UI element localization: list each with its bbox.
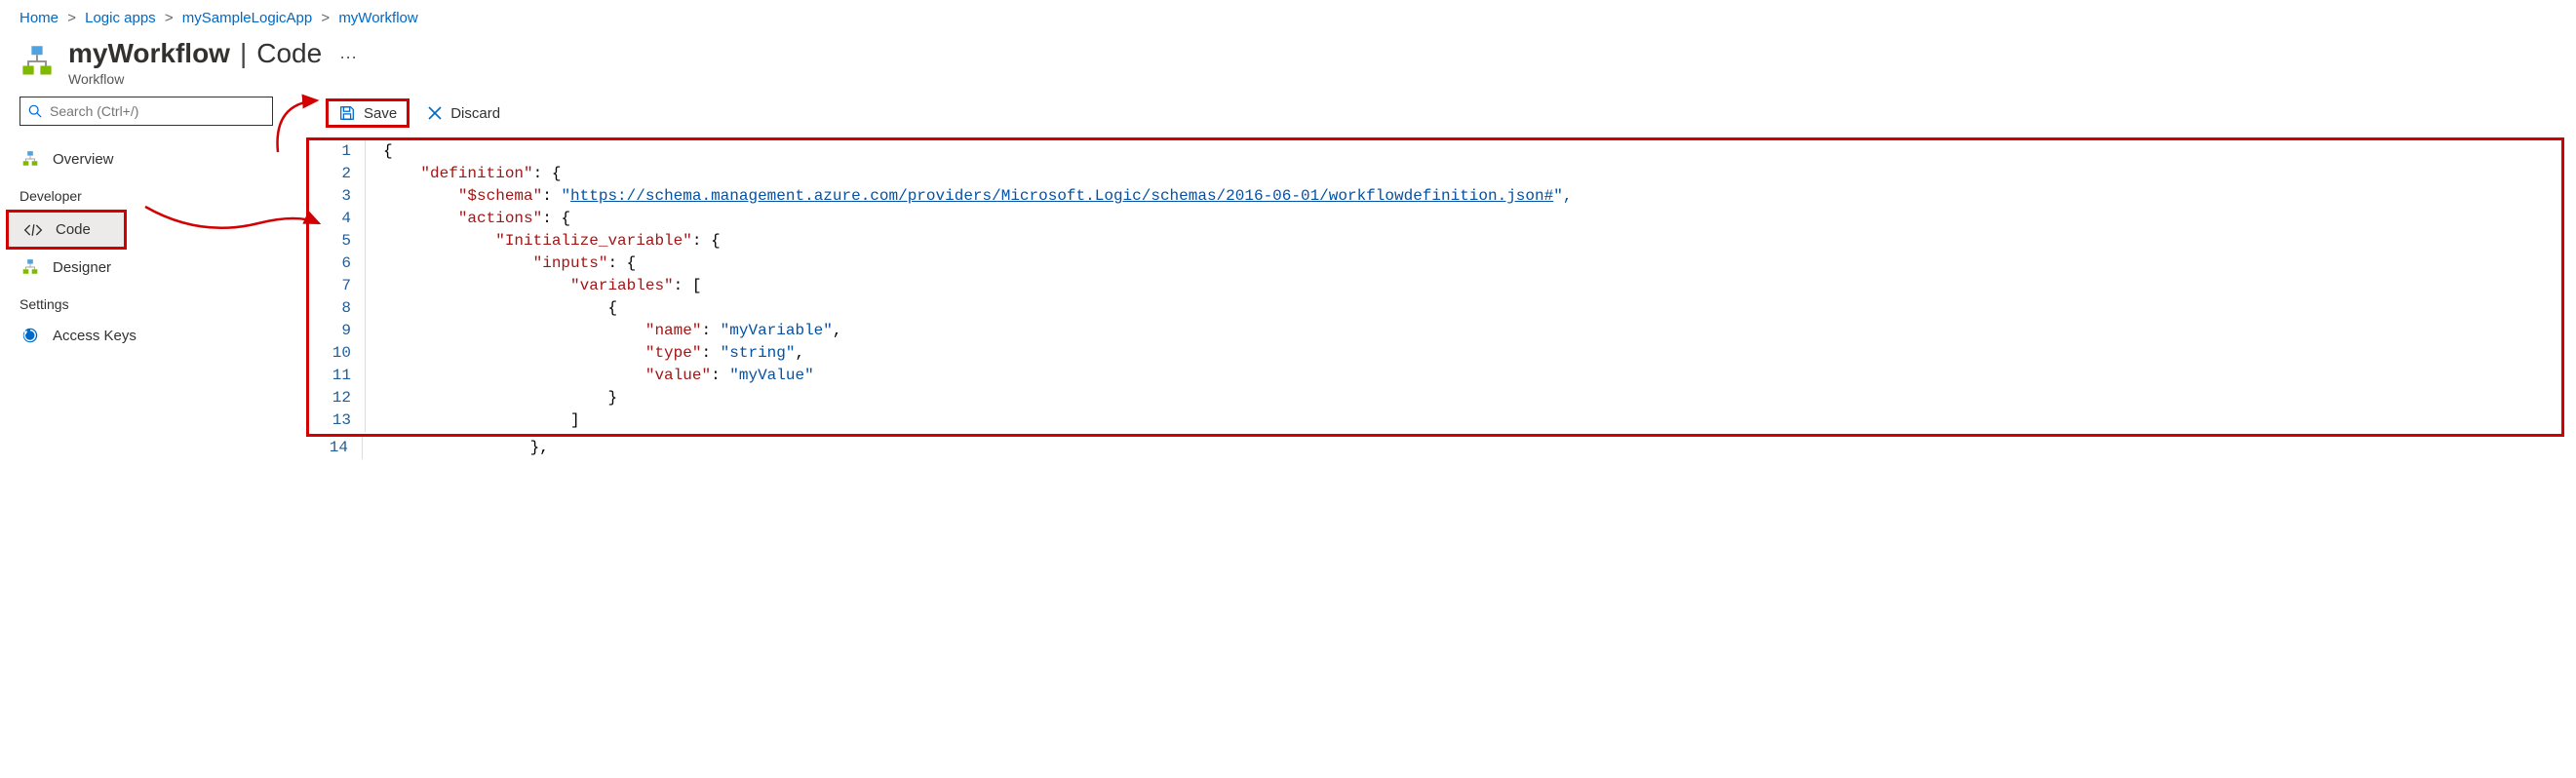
workflow-icon: [20, 44, 55, 79]
code-content[interactable]: },: [363, 437, 2576, 459]
breadcrumb: Home > Logic apps > mySampleLogicApp > m…: [0, 0, 2576, 30]
line-gutter: 12345678910111213: [309, 140, 366, 432]
search-input[interactable]: [50, 103, 264, 119]
sidebar-item-overview[interactable]: Overview: [0, 141, 293, 176]
page-subtitle: Workflow: [68, 71, 357, 87]
title-divider: |: [240, 38, 247, 69]
save-button[interactable]: Save: [326, 98, 410, 128]
breadcrumb-logicapps[interactable]: Logic apps: [85, 10, 156, 26]
sidebar-item-label: Code: [56, 221, 91, 238]
discard-label: Discard: [450, 105, 500, 122]
sidebar-item-label: Designer: [53, 259, 111, 276]
breadcrumb-sep: >: [165, 10, 174, 26]
refresh-icon: [21, 327, 39, 344]
discard-button[interactable]: Discard: [417, 100, 510, 127]
search-input-wrap[interactable]: [20, 97, 273, 126]
save-icon: [338, 104, 356, 122]
breadcrumb-home[interactable]: Home: [20, 10, 59, 26]
more-button[interactable]: ···: [339, 47, 357, 67]
sidebar-heading-developer: Developer: [0, 176, 293, 210]
sidebar-heading-settings: Settings: [0, 285, 293, 318]
close-icon: [427, 105, 443, 121]
sidebar-item-accesskeys[interactable]: Access Keys: [0, 318, 293, 353]
main-pane: Save Discard 12345678910111213 { "defini…: [302, 97, 2576, 459]
toolbar: Save Discard: [302, 97, 2576, 137]
line-gutter: 14: [306, 437, 363, 459]
sidebar-item-label: Access Keys: [53, 328, 137, 344]
breadcrumb-sep: >: [321, 10, 330, 26]
page-section: Code: [256, 38, 322, 69]
breadcrumb-sep: >: [67, 10, 76, 26]
sidebar-item-designer[interactable]: Designer: [0, 250, 293, 285]
code-editor[interactable]: 12345678910111213 { "definition": { "$sc…: [309, 140, 2561, 432]
search-icon: [28, 104, 42, 118]
sidebar-item-code[interactable]: Code: [9, 213, 124, 247]
code-editor-highlight: 12345678910111213 { "definition": { "$sc…: [306, 137, 2564, 437]
page-header: myWorkflow | Code ··· Workflow: [0, 30, 2576, 97]
code-icon: [23, 222, 43, 238]
code-content[interactable]: { "definition": { "$schema": "https://sc…: [366, 140, 2561, 432]
save-label: Save: [364, 105, 397, 122]
breadcrumb-app[interactable]: mySampleLogicApp: [182, 10, 312, 26]
breadcrumb-workflow[interactable]: myWorkflow: [338, 10, 417, 26]
page-title: myWorkflow: [68, 38, 230, 69]
workflow-icon: [21, 258, 39, 276]
sidebar-item-label: Overview: [53, 151, 114, 168]
code-editor-extra[interactable]: 14 },: [306, 437, 2576, 459]
workflow-icon: [21, 150, 39, 168]
sidebar: Overview Developer Code: [0, 97, 302, 353]
